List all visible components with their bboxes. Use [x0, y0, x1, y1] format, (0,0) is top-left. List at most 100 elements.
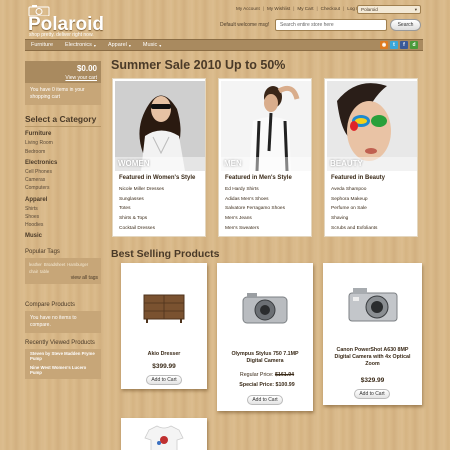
chevron-down-icon: ▾	[93, 42, 96, 48]
recent-item[interactable]: Nine West Women's Lucero Pump	[30, 365, 96, 375]
product-name[interactable]: Akio Dresser	[121, 351, 207, 358]
promo-link[interactable]: Aveda Shampoo	[331, 187, 377, 197]
promo-heading: Featured in Women's Style	[119, 175, 196, 181]
chevron-down-icon: ▾	[414, 6, 417, 12]
link-my-cart[interactable]: My Cart	[297, 6, 313, 11]
tag-item[interactable]: Hamburger	[67, 262, 88, 267]
top-links: My Account | My Wishlist | My Cart | Checko…	[236, 6, 361, 11]
store-select[interactable]: Polaroid ▾	[357, 5, 421, 14]
shirt-image[interactable]	[139, 424, 189, 450]
nav-item-music[interactable]: Music ▾	[137, 42, 167, 48]
nav-label: Apparel	[107, 42, 127, 48]
regular-price-label: Regular Price:	[239, 372, 274, 378]
nav-label: Music	[142, 42, 158, 48]
recent-item[interactable]: Steven by Steve Madden Pryme Pump	[30, 351, 96, 361]
promo-heading: Featured in Beauty	[331, 175, 386, 181]
link-my-account[interactable]: My Account	[236, 6, 260, 11]
add-to-cart-button[interactable]: Add to Cart	[146, 375, 182, 385]
divider	[25, 126, 101, 127]
promo-beauty[interactable]: BEAUTY Featured in Beauty Aveda Shampoo …	[324, 78, 418, 237]
subcategory-shoes[interactable]: Shoes	[25, 214, 39, 220]
special-price: $100.99	[275, 382, 295, 388]
camera-image[interactable]	[235, 289, 295, 331]
tag-item[interactable]: chair	[29, 269, 38, 274]
promo-link[interactable]: Totes	[119, 206, 164, 216]
product-price: $329.99	[360, 377, 385, 384]
dresser-image[interactable]	[134, 289, 194, 329]
subcategory-shirts[interactable]: Shirts	[25, 206, 38, 212]
product-name[interactable]: Olympus Stylus 750 7.1MP Digital Camera	[217, 351, 313, 365]
tag-item[interactable]: leather	[29, 262, 42, 267]
nav-item-electronics[interactable]: Electronics ▾	[59, 42, 102, 48]
recent-products: Steven by Steve Madden Pryme Pump Nine W…	[25, 349, 101, 379]
category-electronics[interactable]: Electronics	[25, 160, 57, 166]
twitter-icon[interactable]: t	[390, 41, 398, 49]
rss-icon[interactable]: ◉	[380, 41, 388, 49]
promo-link[interactable]: Adidas Men's Shoes	[225, 197, 285, 207]
promo-heading: Featured in Men's Style	[225, 175, 292, 181]
search-button[interactable]: Search	[390, 19, 421, 31]
link-my-wishlist[interactable]: My Wishlist	[267, 6, 290, 11]
special-price-row: Special Price: $100.99	[225, 382, 309, 388]
subcategory-computers[interactable]: Computers	[25, 185, 49, 191]
chevron-down-icon: ▾	[159, 42, 162, 48]
promo-link[interactable]: Sephora Makeup	[331, 197, 377, 207]
promo-link[interactable]: Cocktail Dresses	[119, 226, 164, 236]
product-name[interactable]: Canon PowerShot A630 8MP Digital Camera …	[323, 347, 422, 368]
chevron-down-icon: ▾	[128, 42, 131, 48]
tag-item[interactable]: Broadsheet	[44, 262, 65, 267]
promo-women[interactable]: WOMEN Featured in Women's Style Nicole M…	[112, 78, 206, 237]
social-links: ◉ t f d	[380, 41, 418, 49]
promo-links: Ed Hardy Shirts Adidas Men's Shoes Salva…	[225, 187, 285, 235]
promo-link[interactable]: Salvatore Ferragamo Shoes	[225, 206, 285, 216]
product-card: Canon PowerShot A630 8MP Digital Camera …	[323, 263, 422, 405]
promo-link[interactable]: Men's Jeans	[225, 216, 285, 226]
nav-item-furniture[interactable]: Furniture	[25, 42, 59, 48]
nav-label: Furniture	[31, 42, 54, 48]
subcategory-living-room[interactable]: Living Room	[25, 140, 53, 146]
category-furniture[interactable]: Furniture	[25, 131, 51, 137]
search-input[interactable]: Search entire store here	[275, 19, 387, 31]
popular-tags-title: Popular Tags	[25, 249, 60, 255]
camera-image[interactable]	[343, 283, 403, 327]
promo-label: MEN	[224, 159, 242, 168]
view-all-tags-link[interactable]: view all tags	[71, 275, 98, 281]
recent-title: Recently Viewed Products	[25, 340, 95, 346]
cart-summary: $0.00 View your cart	[25, 61, 101, 83]
subcategory-hoodies[interactable]: Hoodies	[25, 222, 43, 228]
subcategory-cameras[interactable]: Cameras	[25, 177, 45, 183]
promo-link[interactable]: Shaving	[331, 216, 377, 226]
category-title: Select a Category	[25, 114, 97, 124]
view-cart-link[interactable]: View your cart	[65, 75, 97, 81]
tags-box: leather Broadsheet Hamburger chair table…	[25, 258, 101, 284]
promo-link[interactable]: Nicole Miller Dresses	[119, 187, 164, 197]
promo-link[interactable]: Perfume on Sale	[331, 206, 377, 216]
tag-item[interactable]: table	[40, 269, 49, 274]
delicious-icon[interactable]: d	[410, 41, 418, 49]
promo-label: WOMEN	[118, 159, 150, 168]
special-price-label: Special Price:	[239, 382, 275, 388]
best-selling-title: Best Selling Products	[111, 248, 220, 260]
cart-message: You have 0 items in your shopping cart	[25, 83, 101, 105]
logo-subtitle: shop pretty. deliver right now.	[29, 32, 94, 38]
nav-item-apparel[interactable]: Apparel ▾	[102, 42, 137, 48]
subcategory-bedroom[interactable]: Bedroom	[25, 149, 45, 155]
add-to-cart-button[interactable]: Add to Cart	[354, 389, 390, 399]
cart-total: $0.00	[76, 64, 97, 73]
promo-men[interactable]: MEN Featured in Men's Style Ed Hardy Shi…	[218, 78, 312, 237]
promo-link[interactable]: Scrubs and Exfoliants	[331, 226, 377, 236]
link-checkout[interactable]: Checkout	[321, 6, 340, 11]
promo-link[interactable]: Shirts & Tops	[119, 216, 164, 226]
product-card	[121, 418, 207, 450]
product-price: $399.99	[152, 363, 176, 370]
promo-links: Aveda Shampoo Sephora Makeup Perfume on …	[331, 187, 377, 235]
subcategory-cell-phones[interactable]: Cell Phones	[25, 169, 52, 175]
promo-link[interactable]: Men's Sweaters	[225, 226, 285, 236]
facebook-icon[interactable]: f	[400, 41, 408, 49]
category-apparel[interactable]: Apparel	[25, 197, 47, 203]
promo-link[interactable]: Sunglasses	[119, 197, 164, 207]
category-music[interactable]: Music	[25, 233, 42, 239]
promo-link[interactable]: Ed Hardy Shirts	[225, 187, 285, 197]
welcome-message: Default welcome msg!	[220, 22, 270, 28]
add-to-cart-button[interactable]: Add to Cart	[247, 395, 283, 405]
